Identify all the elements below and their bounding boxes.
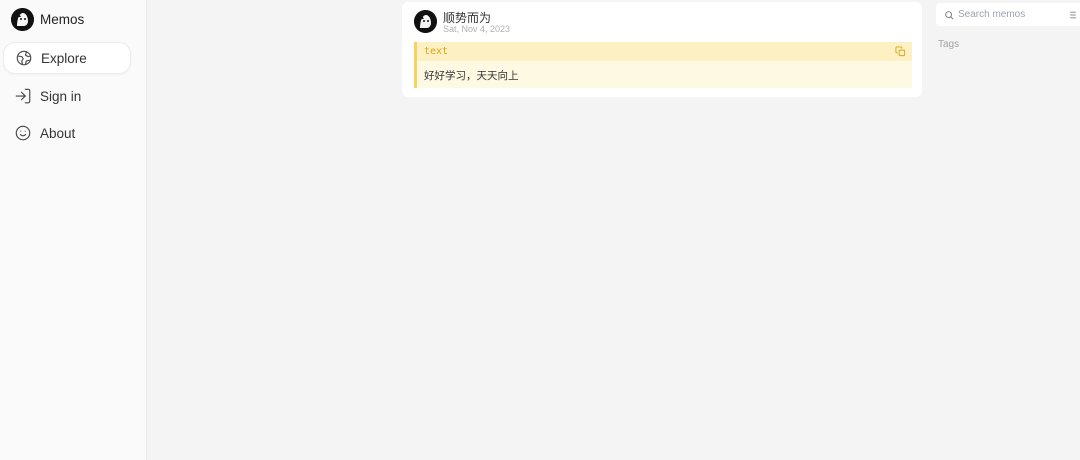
- search-icon: [945, 10, 954, 19]
- sidebar-item-label: Sign in: [40, 88, 82, 104]
- sidebar-item-about[interactable]: About: [3, 117, 131, 149]
- sidebar-item-label: Explore: [41, 50, 87, 66]
- memo-date[interactable]: Sat, Nov 4, 2023: [443, 24, 510, 35]
- copy-icon[interactable]: [895, 46, 906, 57]
- sidebar-item-label: About: [40, 125, 76, 141]
- filter-icon[interactable]: [1068, 10, 1078, 20]
- sidebar-item-sign-in[interactable]: Sign in: [3, 80, 131, 112]
- tags-heading: Tags: [938, 39, 960, 50]
- search-input[interactable]: [958, 9, 1068, 20]
- code-content: 好好学习，天天向上: [424, 70, 519, 82]
- memos-logo-icon: [11, 7, 34, 31]
- app-root: Memos Explore Sign in About 顺势而为 Sat, No…: [0, 0, 1080, 460]
- app-name: Memos: [40, 11, 85, 27]
- sign-in-icon: [15, 88, 31, 104]
- brand[interactable]: Memos: [11, 6, 84, 32]
- code-language-label: text: [424, 46, 449, 57]
- globe-icon: [16, 50, 32, 66]
- code-block-header: text: [417, 42, 912, 61]
- smile-icon: [15, 125, 31, 141]
- avatar[interactable]: [414, 10, 437, 33]
- code-block: text 好好学习，天天向上: [414, 42, 912, 88]
- memo-author[interactable]: 顺势而为: [443, 11, 491, 25]
- sidebar-item-explore[interactable]: Explore: [3, 42, 131, 74]
- sidebar: Memos Explore Sign in About: [0, 0, 147, 460]
- memo-card: 顺势而为 Sat, Nov 4, 2023 text 好好学习，天天向上: [402, 2, 922, 97]
- search-box: [936, 3, 1080, 26]
